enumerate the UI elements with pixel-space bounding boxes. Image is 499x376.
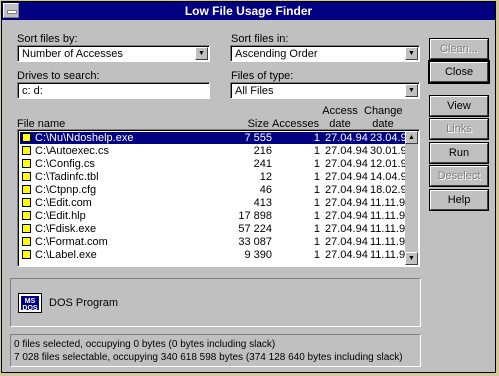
file-type-dropdown[interactable]: All Files ▼ (230, 82, 420, 99)
file-type-description: DOS Program (49, 297, 119, 309)
sort-in-label: Sort files in: (231, 33, 289, 45)
title-bar: Low File Usage Finder (2, 2, 495, 20)
checkbox-icon[interactable] (22, 224, 31, 233)
file-name-cell: C:\Tadinfc.tbl (35, 171, 99, 183)
accesses-cell: 1 (313, 171, 320, 183)
file-name-cell: C:\Label.exe (35, 249, 97, 261)
file-name-cell: C:\Nu\Ndoshelp.exe (35, 132, 134, 144)
status-line-selectable: 7 028 files selectable, occupying 340 61… (14, 352, 403, 363)
view-button[interactable]: View (429, 95, 489, 117)
size-cell: 7 555 (244, 132, 272, 144)
access-date-cell: 27.04.94 (325, 223, 368, 235)
close-button[interactable]: Close (428, 60, 490, 84)
file-list[interactable]: C:\Nu\Ndoshelp.exe 7 555 1 27.04.94 23.04.94… (17, 129, 420, 267)
sort-in-dropdown[interactable]: Ascending Order ▼ (230, 45, 420, 62)
size-cell: 33 087 (238, 236, 272, 248)
file-type-value: All Files (235, 85, 274, 97)
sort-by-dropdown[interactable]: Number of Accesses ▼ (17, 45, 210, 62)
chevron-down-icon[interactable]: ▼ (195, 47, 208, 60)
accesses-cell: 1 (313, 236, 320, 248)
checkbox-icon[interactable] (22, 237, 31, 246)
size-cell: 413 (253, 197, 272, 209)
table-row[interactable]: C:\Ctpnp.cfg 46 1 27.04.94 18.02.94 (20, 184, 413, 196)
size-cell: 12 (259, 171, 272, 183)
help-button[interactable]: Help (429, 189, 489, 211)
header-change-date[interactable]: Change date (364, 105, 403, 131)
system-menu-button[interactable] (3, 3, 19, 18)
size-cell: 9 390 (244, 249, 272, 261)
status-line-selected: 0 files selected, occupying 0 bytes (0 b… (14, 339, 276, 350)
accesses-cell: 1 (313, 210, 320, 222)
window-title: Low File Usage Finder (184, 4, 313, 18)
access-date-cell: 27.04.94 (325, 236, 368, 248)
checkbox-icon[interactable] (22, 185, 31, 194)
size-cell: 17 898 (238, 210, 272, 222)
app-window: Low File Usage Finder Sort files by: Num… (1, 1, 496, 373)
file-type-label: Files of type: (231, 70, 294, 82)
access-date-cell: 27.04.94 (325, 197, 368, 209)
sort-by-value: Number of Accesses (22, 48, 123, 60)
sort-by-label: Sort files by: (17, 33, 78, 45)
accesses-cell: 1 (313, 132, 320, 144)
table-row[interactable]: C:\Fdisk.exe 57 224 1 27.04.94 11.11.91 (20, 223, 411, 235)
drives-value: c: d: (22, 85, 43, 97)
access-date-cell: 27.04.94 (325, 171, 368, 183)
run-button[interactable]: Run (429, 142, 489, 164)
access-date-cell: 27.04.94 (325, 210, 368, 222)
vertical-scrollbar[interactable]: ▲ ▼ (405, 131, 418, 265)
checkbox-icon[interactable] (22, 159, 31, 168)
size-cell: 57 224 (238, 223, 272, 235)
dos-program-icon: MS DOS (19, 294, 41, 312)
file-name-cell: C:\Ctpnp.cfg (35, 184, 97, 196)
access-date-cell: 27.04.94 (325, 132, 368, 144)
clean-button[interactable]: Clean... (429, 38, 489, 60)
file-name-cell: C:\Fdisk.exe (35, 223, 97, 235)
table-row[interactable]: C:\Nu\Ndoshelp.exe 7 555 1 27.04.94 23.04.94 (20, 132, 413, 144)
access-date-cell: 27.04.94 (325, 145, 368, 157)
file-name-cell: C:\Autoexec.cs (35, 145, 109, 157)
accesses-cell: 1 (313, 184, 320, 196)
deselect-all-button[interactable]: Deselect All (429, 165, 489, 200)
table-row[interactable]: C:\Label.exe 9 390 1 27.04.94 11.11.91 (20, 249, 411, 261)
accesses-cell: 1 (313, 145, 320, 157)
accesses-cell: 1 (313, 249, 320, 261)
size-cell: 46 (259, 184, 272, 196)
table-row[interactable]: C:\Edit.hlp 17 898 1 27.04.94 11.11.91 (20, 210, 411, 222)
scroll-up-icon[interactable]: ▲ (405, 131, 418, 144)
file-name-cell: C:\Format.com (35, 236, 108, 248)
chevron-down-icon[interactable]: ▼ (405, 47, 418, 60)
accesses-cell: 1 (313, 223, 320, 235)
access-date-cell: 27.04.94 (325, 184, 368, 196)
chevron-down-icon[interactable]: ▼ (405, 84, 418, 97)
table-row[interactable]: C:\Autoexec.cs 216 1 27.04.94 30.01.94 (20, 145, 413, 157)
accesses-cell: 1 (313, 158, 320, 170)
table-row[interactable]: C:\Config.cs 241 1 27.04.94 12.01.94 (20, 158, 413, 170)
table-row[interactable]: C:\Edit.com 413 1 27.04.94 11.11.91 (20, 197, 411, 209)
drives-label: Drives to search: (17, 70, 100, 82)
checkbox-icon[interactable] (22, 211, 31, 220)
table-row[interactable]: C:\Format.com 33 087 1 27.04.94 11.11.91 (20, 236, 411, 248)
checkbox-icon[interactable] (22, 133, 31, 142)
access-date-cell: 27.04.94 (325, 158, 368, 170)
table-row[interactable]: C:\Tadinfc.tbl 12 1 27.04.94 14.04.94 (20, 171, 413, 183)
links-button[interactable]: Links (429, 118, 489, 140)
file-name-cell: C:\Config.cs (35, 158, 95, 170)
file-name-cell: C:\Edit.com (35, 197, 92, 209)
scroll-down-icon[interactable]: ▼ (405, 252, 418, 265)
sort-in-value: Ascending Order (235, 48, 318, 60)
header-access-date[interactable]: Access date (322, 105, 358, 131)
checkbox-icon[interactable] (22, 172, 31, 181)
size-cell: 241 (253, 158, 272, 170)
size-cell: 216 (253, 145, 272, 157)
checkbox-icon[interactable] (22, 198, 31, 207)
access-date-cell: 27.04.94 (325, 249, 368, 261)
drives-input[interactable]: c: d: (17, 82, 210, 99)
accesses-cell: 1 (313, 197, 320, 209)
file-name-cell: C:\Edit.hlp (35, 210, 86, 222)
checkbox-icon[interactable] (22, 146, 31, 155)
checkbox-icon[interactable] (22, 250, 31, 259)
